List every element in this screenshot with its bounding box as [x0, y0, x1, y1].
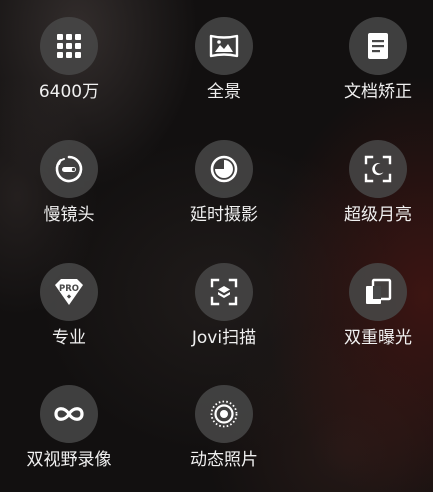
mode-pro-label: 专业	[52, 328, 86, 348]
mode-panorama-button[interactable]	[195, 17, 253, 75]
mode-jovi-scan-button[interactable]	[195, 263, 253, 321]
mode-live-photo[interactable]: 动态照片	[169, 385, 279, 475]
document-icon	[368, 33, 388, 59]
moon-frame-icon	[364, 155, 392, 183]
mode-document[interactable]: 文档矫正	[323, 17, 433, 107]
mode-slow-motion[interactable]: 慢镜头	[14, 140, 124, 230]
mode-timelapse-button[interactable]	[195, 140, 253, 198]
mode-live-photo-label: 动态照片	[190, 450, 258, 470]
mode-jovi-scan-label: Jovi扫描	[191, 328, 257, 348]
mode-timelapse-label: 延时摄影	[190, 205, 258, 225]
timelapse-icon	[210, 155, 238, 183]
grid-dots-icon	[57, 34, 81, 58]
mode-timelapse[interactable]: 延时摄影	[169, 140, 279, 230]
panorama-icon	[209, 34, 239, 58]
mode-panorama[interactable]: 全景	[169, 17, 279, 107]
mode-super-moon-label: 超级月亮	[344, 205, 412, 225]
camera-mode-grid: 6400万 全景 文档矫正 慢镜头 延时摄影 超级月亮 PRO 专业 Jovi扫…	[0, 0, 433, 492]
infinity-icon	[54, 407, 84, 421]
slow-motion-icon	[55, 155, 83, 183]
mode-double-exposure[interactable]: 双重曝光	[323, 263, 433, 353]
svg-text:PRO: PRO	[59, 284, 79, 294]
mode-double-exposure-label: 双重曝光	[344, 328, 412, 348]
mode-64mp-label: 6400万	[38, 82, 100, 102]
live-photo-icon	[210, 400, 238, 428]
mode-pro[interactable]: PRO 专业	[14, 263, 124, 353]
mode-dual-view-button[interactable]	[40, 385, 98, 443]
mode-dual-view[interactable]: 双视野录像	[14, 385, 124, 475]
mode-pro-button[interactable]: PRO	[40, 263, 98, 321]
mode-64mp[interactable]: 6400万	[14, 17, 124, 107]
scan-icon	[210, 278, 238, 306]
mode-live-photo-button[interactable]	[195, 385, 253, 443]
mode-super-moon-button[interactable]	[349, 140, 407, 198]
mode-document-label: 文档矫正	[344, 82, 412, 102]
mode-double-exposure-button[interactable]	[349, 263, 407, 321]
mode-document-button[interactable]	[349, 17, 407, 75]
mode-slow-motion-label: 慢镜头	[43, 205, 95, 225]
double-exposure-icon	[366, 278, 392, 304]
mode-jovi-scan[interactable]: Jovi扫描	[169, 263, 279, 353]
mode-64mp-button[interactable]	[40, 17, 98, 75]
mode-super-moon[interactable]: 超级月亮	[323, 140, 433, 230]
pro-badge-icon: PRO	[55, 279, 83, 305]
mode-panorama-label: 全景	[207, 82, 241, 102]
mode-slow-motion-button[interactable]	[40, 140, 98, 198]
mode-dual-view-label: 双视野录像	[26, 450, 112, 470]
